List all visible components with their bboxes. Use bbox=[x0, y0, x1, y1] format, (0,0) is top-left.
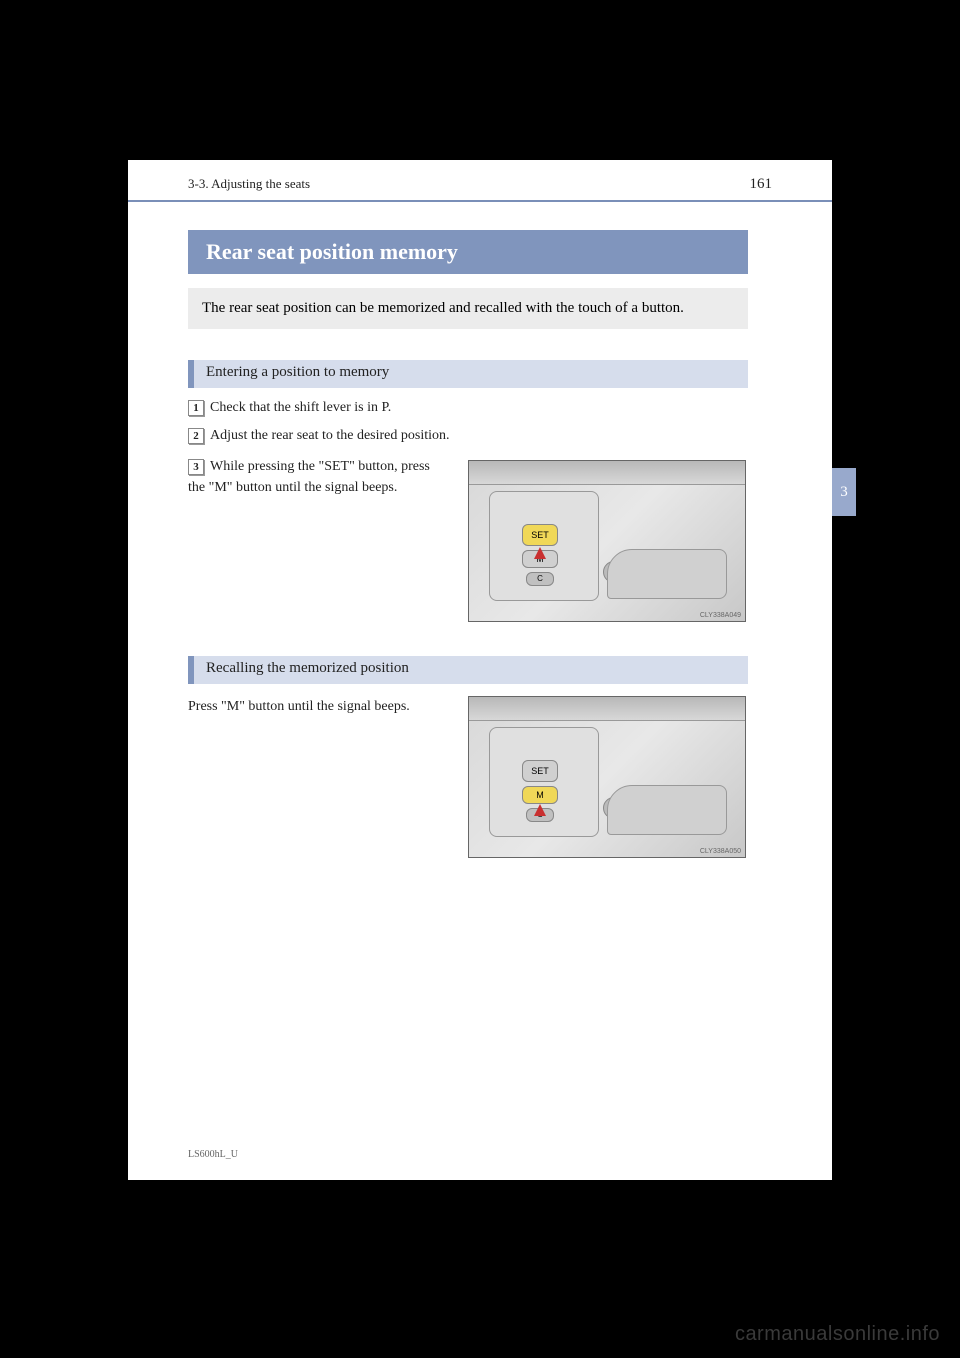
side-tab-number: 3 bbox=[840, 484, 848, 501]
red-arrow-icon-2 bbox=[534, 804, 546, 816]
figure-code-1: CLY338A049 bbox=[700, 612, 741, 619]
subheading-recalling: Recalling the memorized position bbox=[188, 656, 748, 684]
watermark: carmanualsonline.info bbox=[735, 1323, 940, 1346]
side-tab: 3 bbox=[832, 468, 856, 516]
manual-page: 161 3-3. Adjusting the seats 3 Rear seat… bbox=[128, 160, 832, 1180]
step-1-text: Check that the shift lever is in P. bbox=[210, 400, 391, 415]
m-button-highlighted: M bbox=[522, 786, 558, 804]
subheading-entering: Entering a position to memory bbox=[188, 360, 748, 388]
figure-set-button: SET M C CLY338A049 bbox=[468, 460, 746, 622]
intro-box: The rear seat position can be memorized … bbox=[188, 288, 748, 329]
page-number: 161 bbox=[750, 176, 773, 193]
header-section: 3-3. Adjusting the seats bbox=[188, 176, 310, 192]
recall-text: Press "M" button until the signal beeps. bbox=[188, 696, 448, 717]
step-3-text: While pressing the "SET" button, press t… bbox=[188, 459, 430, 495]
figure-top-trim bbox=[469, 461, 745, 485]
set-button-highlighted: SET bbox=[522, 524, 558, 546]
figure-m-button: SET M C CLY338A050 bbox=[468, 696, 746, 858]
page-title: Rear seat position memory bbox=[188, 230, 748, 274]
step-1-icon: 1 bbox=[188, 400, 204, 416]
step-1: 1 Check that the shift lever is in P. bbox=[188, 400, 391, 416]
seat-handle-2 bbox=[607, 785, 727, 835]
step-3-icon: 3 bbox=[188, 459, 204, 475]
red-arrow-icon bbox=[534, 547, 546, 559]
set-button: SET bbox=[522, 760, 558, 782]
seat-handle bbox=[607, 549, 727, 599]
step-2-icon: 2 bbox=[188, 428, 204, 444]
c-button: C bbox=[526, 572, 554, 586]
figure-code-2: CLY338A050 bbox=[700, 848, 741, 855]
header-divider bbox=[128, 200, 832, 202]
memory-panel-2: SET M C bbox=[489, 727, 599, 837]
memory-panel: SET M C bbox=[489, 491, 599, 601]
step-3: 3While pressing the "SET" button, press … bbox=[188, 456, 448, 498]
footer-model: LS600hL_U bbox=[188, 1149, 238, 1160]
figure-top-trim-2 bbox=[469, 697, 745, 721]
step-2-text: Adjust the rear seat to the desired posi… bbox=[210, 428, 450, 443]
step-2: 2 Adjust the rear seat to the desired pos… bbox=[188, 428, 450, 444]
